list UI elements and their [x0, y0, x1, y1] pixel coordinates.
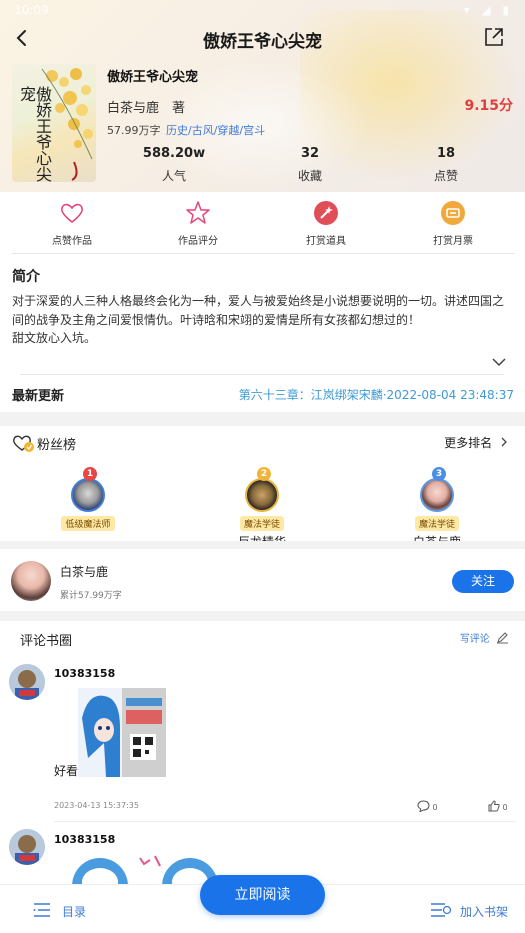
tip-ticket-button[interactable]: 打赏月票	[408, 200, 498, 247]
comment-like-button[interactable]: 0	[488, 800, 508, 812]
stat-likes: 18 点赞	[426, 146, 466, 184]
bookshelf-add-icon	[431, 903, 452, 917]
stat-value: 588.20w	[142, 146, 206, 161]
stat-label: 收藏	[297, 169, 322, 183]
toc-label[interactable]: 目录	[62, 903, 86, 920]
list-icon	[33, 903, 50, 917]
status-icons: ▾ ◢ ▮	[463, 3, 513, 17]
rate-work-button[interactable]: 作品评分	[153, 200, 243, 247]
stat-label: 人气	[161, 169, 186, 183]
comment-reply-button[interactable]: 0	[417, 800, 438, 813]
reply-count: 0	[432, 803, 438, 812]
fan-title-tag: 低级魔法师	[61, 516, 115, 531]
stat-favorites: 32 收藏	[290, 146, 330, 184]
rank-badge: 1	[83, 467, 97, 481]
expand-intro-button[interactable]	[491, 353, 507, 367]
stat-value: 18	[436, 146, 456, 161]
thumbs-up-icon	[488, 800, 500, 812]
chevron-right-icon	[501, 437, 507, 447]
action-label: 点赞作品	[52, 236, 92, 247]
rank-badge: 3	[432, 467, 446, 481]
book-score: 9.15分	[464, 98, 513, 114]
intro-title: 简介	[12, 269, 40, 285]
fans-rank-title: 粉丝榜	[37, 438, 77, 453]
section-gap	[0, 412, 525, 426]
like-work-button[interactable]: 点赞作品	[27, 200, 117, 247]
rank-badge: 2	[257, 467, 271, 481]
stat-popularity: 588.20w 人气	[138, 146, 210, 184]
intro-paragraph: 对于深爱的人三种人格最终会化为一种，爱人与被爱始终是小说想要说明的一切。讲述四国…	[12, 294, 505, 327]
action-label: 打赏道具	[306, 236, 346, 247]
share-icon	[485, 28, 503, 46]
latest-chapter-link[interactable]: 第六十三章：江岚绑架宋麟·2022-08-04 23:48:37	[239, 386, 514, 403]
author-word-total: 累计57.99万字	[60, 591, 122, 601]
write-comment-button[interactable]: 写评论	[460, 630, 509, 645]
comment-time: 2023-04-13 15:37:35	[54, 801, 139, 810]
status-bar: 10:09 ▾ ◢ ▮	[0, 0, 525, 22]
comment-text: 好看	[54, 764, 79, 778]
avatar: 1	[71, 467, 105, 512]
share-button[interactable]	[483, 26, 505, 48]
fan-rank-1[interactable]: 1 低级魔法师	[38, 467, 138, 533]
divider	[20, 374, 504, 375]
comments-title: 评论书圈	[20, 634, 73, 649]
comment-avatar[interactable]	[9, 664, 45, 700]
author-avatar	[11, 561, 51, 601]
tip-item-button[interactable]: 打赏道具	[281, 200, 371, 247]
fan-rank-3[interactable]: 3 魔法学徒 白茶与鹿	[387, 467, 487, 550]
comment-bubble-icon	[417, 800, 430, 813]
more-rank-label: 更多排名	[444, 436, 493, 450]
fan-title-tag: 魔法学徒	[239, 516, 284, 531]
section-gap	[0, 611, 525, 621]
word-count: 57.99万字	[107, 124, 161, 137]
add-shelf-button[interactable]	[430, 901, 452, 919]
divider	[12, 253, 515, 254]
top-bar: 傲娇王爷心尖宠	[0, 22, 525, 56]
book-cover[interactable]: 傲娇王爷心尖宠	[12, 64, 96, 182]
author-card[interactable]: 白茶与鹿 累计57.99万字 关注	[0, 549, 525, 611]
book-tags[interactable]: 历史/古风/穿越/宫斗	[166, 122, 265, 138]
magic-wand-icon	[313, 200, 339, 226]
like-count: 0	[502, 803, 508, 812]
status-time: 10:09	[14, 3, 49, 17]
page-title: 傲娇王爷心尖宠	[203, 32, 322, 52]
action-label: 作品评分	[178, 236, 218, 247]
heart-icon	[59, 200, 85, 226]
read-now-button[interactable]: 立即阅读	[200, 875, 325, 915]
follow-button[interactable]: 关注	[452, 570, 514, 593]
cover-title: 傲娇王爷心尖宠	[17, 86, 52, 182]
action-row: 点赞作品 作品评分 打赏道具 打赏月票	[0, 192, 525, 254]
star-icon	[185, 200, 211, 226]
pencil-icon	[497, 632, 508, 644]
author-name: 白茶与鹿	[60, 565, 109, 579]
comment-image[interactable]	[60, 852, 220, 884]
avatar: 3	[420, 467, 454, 512]
comment-user: 10383158	[54, 667, 116, 680]
fan-rank-2[interactable]: 2 魔法学徒 巨龙精华	[212, 467, 312, 550]
stat-label: 点赞	[433, 169, 458, 183]
comment-user: 10383158	[54, 833, 116, 846]
ticket-icon	[440, 200, 466, 226]
fans-icon	[12, 432, 36, 454]
avatar: 2	[245, 467, 279, 512]
book-name: 傲娇王爷心尖宠	[107, 70, 199, 85]
write-comment-label: 写评论	[459, 634, 490, 645]
stat-value: 32	[300, 146, 320, 161]
more-rank-link[interactable]: 更多排名	[444, 434, 509, 451]
book-author[interactable]: 白茶与鹿 著	[107, 97, 185, 116]
intro-paragraph-2: 甜文放心入坑。	[12, 331, 97, 345]
action-label: 打赏月票	[433, 236, 473, 247]
comment-avatar[interactable]	[9, 829, 45, 865]
section-gap	[0, 541, 525, 549]
add-shelf-label[interactable]: 加入书架	[460, 903, 508, 920]
latest-update-label: 最新更新	[12, 389, 65, 404]
intro-text: 对于深爱的人三种人格最终会化为一种，爱人与被爱始终是小说想要说明的一切。讲述四国…	[12, 292, 515, 348]
fan-title-tag: 魔法学徒	[414, 516, 459, 531]
chevron-down-icon	[492, 358, 506, 367]
comment-image[interactable]	[78, 688, 166, 777]
divider	[54, 821, 516, 822]
